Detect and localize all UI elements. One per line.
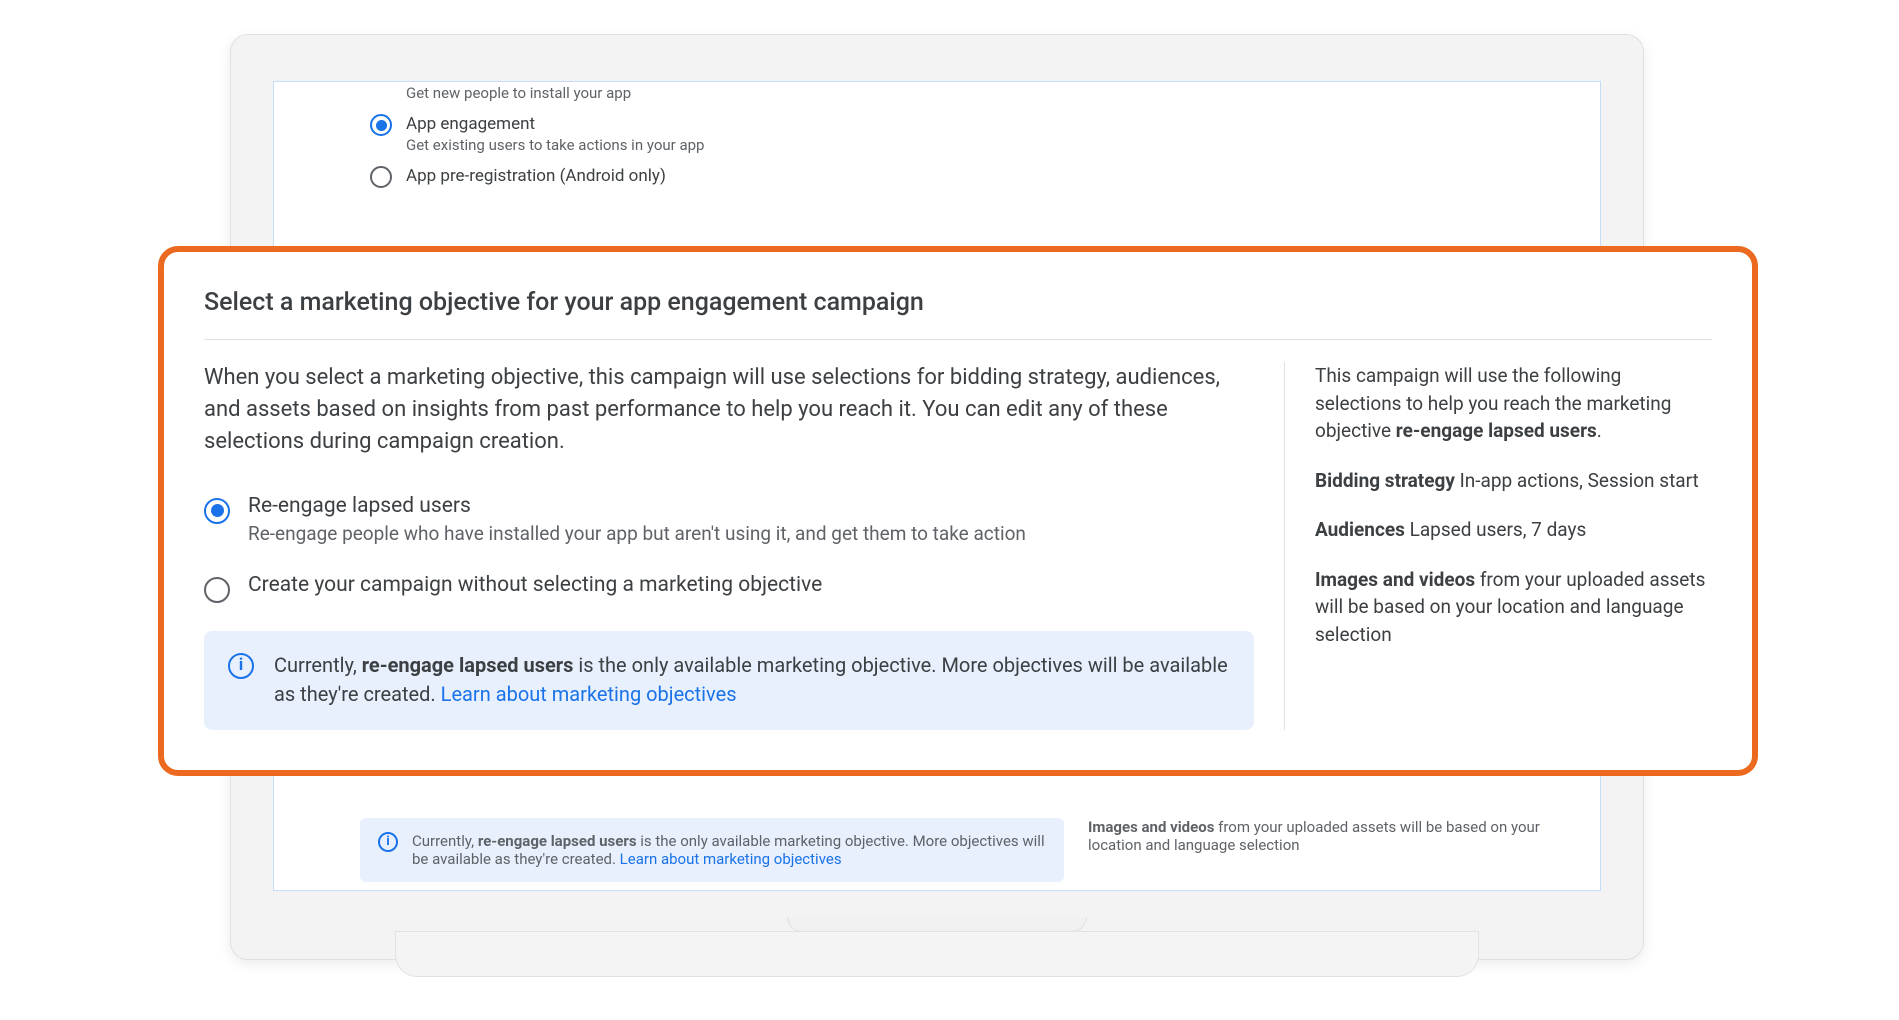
callout-intro: When you select a marketing objective, t… [204,362,1254,458]
marketing-objective-callout: Select a marketing objective for your ap… [158,246,1758,776]
radio-reengage[interactable] [204,498,230,524]
laptop-notch [787,917,1087,932]
info-text-prefix: Currently, [274,653,362,677]
side-aud-value: Lapsed users, 7 days [1405,518,1586,541]
selections-preview: This campaign will use the following sel… [1284,362,1712,730]
option-no-objective[interactable]: Create your campaign without selecting a… [204,573,1254,603]
side-intro-bold: re-engage lapsed users [1396,419,1597,442]
bg-prereg-title: App pre-registration (Android only) [406,166,666,186]
side-assets-label: Images and videos [1315,568,1475,591]
info-icon: i [228,653,254,679]
bg-engagement-title: App engagement [406,114,704,134]
bg-info-prefix: Currently, [412,832,478,850]
side-intro-suffix: . [1597,419,1602,442]
bg-radio-engagement[interactable] [370,114,392,136]
side-bid-value: In-app actions, Session start [1455,469,1699,492]
bg-info-bold: re-engage lapsed users [478,832,637,850]
bg-radio-prereg[interactable] [370,166,392,188]
bg-info-banner: i Currently, re-engage lapsed users is t… [360,818,1064,882]
info-text-bold: re-engage lapsed users [362,653,574,677]
bg-side-assets-label: Images and videos [1088,818,1214,836]
bg-info-link[interactable]: Learn about marketing objectives [620,850,842,868]
callout-heading: Select a marketing objective for your ap… [204,288,1712,340]
side-aud-label: Audiences [1315,518,1405,541]
option-reengage[interactable]: Re-engage lapsed users Re-engage people … [204,494,1254,545]
laptop-base [395,931,1479,977]
side-bid-label: Bidding strategy [1315,469,1455,492]
info-icon: i [378,832,398,852]
option-reengage-desc: Re-engage people who have installed your… [248,522,1026,545]
option-reengage-title: Re-engage lapsed users [248,494,1026,518]
option-no-objective-title: Create your campaign without selecting a… [248,573,822,597]
bg-installs-desc: Get new people to install your app [406,84,631,102]
info-banner: i Currently, re-engage lapsed users is t… [204,631,1254,730]
radio-no-objective[interactable] [204,577,230,603]
learn-more-link[interactable]: Learn about marketing objectives [441,682,737,706]
bg-engagement-desc: Get existing users to take actions in yo… [406,136,704,154]
